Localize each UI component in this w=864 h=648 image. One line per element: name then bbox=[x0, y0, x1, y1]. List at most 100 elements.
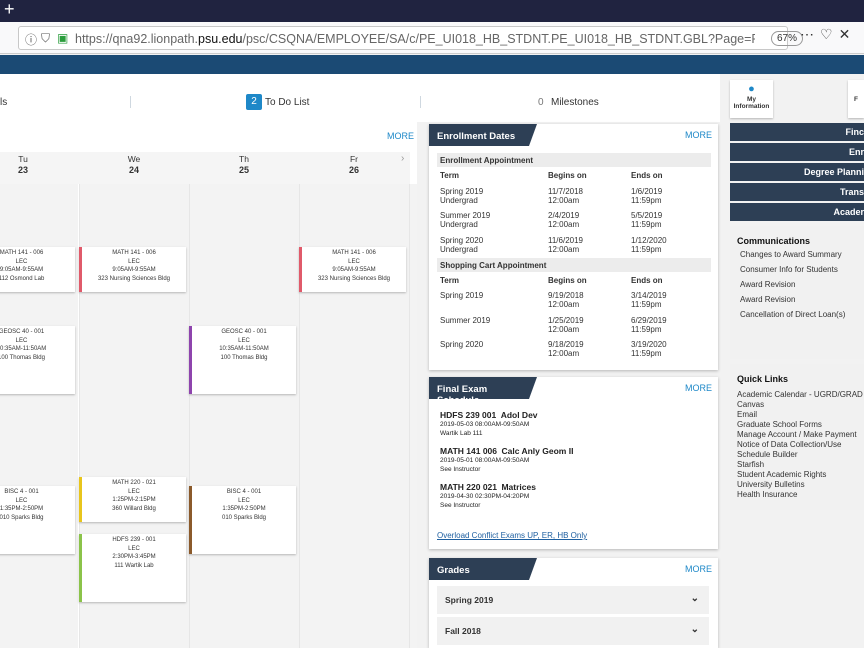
grades-term-row[interactable]: Spring 2019 ⌄ bbox=[437, 586, 709, 614]
side-nav-degree-planning[interactable]: Degree Planni bbox=[730, 163, 864, 181]
next-tile[interactable]: F bbox=[848, 80, 864, 118]
quick-link[interactable]: Student Academic Rights bbox=[737, 470, 826, 480]
event-location: 100 Thomas Bldg bbox=[220, 354, 268, 361]
event-course: GEOSC 40 - 001 bbox=[221, 329, 267, 335]
class-event-bisc4[interactable]: BISC 4 - 001 LEC 1:35PM-2:50PM 010 Sparks B… bbox=[0, 486, 75, 554]
more-menu-icon[interactable]: ⋯ bbox=[800, 26, 820, 42]
quick-link[interactable]: Starfish bbox=[737, 460, 764, 470]
info-icon[interactable]: ⓘ bbox=[25, 31, 37, 48]
class-event-bisc4[interactable]: BISC 4 - 001 LEC 1:35PM-2:50PM 010 Sparks B… bbox=[189, 486, 296, 554]
toolbar-icons[interactable]: ⋯♡✕ bbox=[800, 26, 856, 43]
final-exam-title: Final Exam Schedule bbox=[429, 377, 537, 406]
quick-link[interactable]: Academic Calendar - UGRD/GRAD bbox=[737, 390, 863, 400]
class-event-geosc40[interactable]: GEOSC 40 - 001 LEC 10:35AM-11:50AM 100 Thom… bbox=[189, 326, 296, 394]
event-time: 1:25PM-2:15PM bbox=[112, 497, 156, 503]
event-type: LEC bbox=[128, 258, 140, 265]
overload-conflict-link[interactable]: Overload Conflict Exams UP, ER, HB Only bbox=[437, 531, 587, 540]
class-event-hdfs239[interactable]: HDFS 239 - 001 LEC 2:30PM-3:45PM 111 Wartik… bbox=[79, 534, 186, 602]
col-term: Term bbox=[440, 276, 459, 285]
communication-item[interactable]: Award Revision bbox=[740, 295, 795, 304]
quick-link[interactable]: Graduate School Forms bbox=[737, 420, 822, 430]
cart-row-end: 3/14/2019 11:59pm bbox=[631, 291, 667, 309]
event-time: 1:35PM-2:50PM bbox=[0, 506, 44, 512]
quick-link[interactable]: Notice of Data Collection/Use bbox=[737, 440, 842, 450]
event-time: 10:35AM-11:50AM bbox=[219, 346, 269, 352]
side-nav-enrollment[interactable]: Enr bbox=[730, 143, 864, 161]
cart-row-begin: 9/19/2018 12:00am bbox=[548, 291, 584, 309]
shopping-cart-header: Shopping Cart Appointment bbox=[437, 258, 711, 272]
quick-link[interactable]: Email bbox=[737, 410, 757, 420]
close-icon[interactable]: ✕ bbox=[839, 26, 857, 42]
side-nav-academics[interactable]: Acader bbox=[730, 203, 864, 221]
side-nav-finances[interactable]: Finc bbox=[730, 123, 864, 141]
quick-link[interactable]: Schedule Builder bbox=[737, 450, 797, 460]
event-location: 010 Sparks Bldg bbox=[0, 514, 44, 521]
event-type: LEC bbox=[238, 337, 250, 344]
chevron-down-icon[interactable]: ⌄ bbox=[691, 593, 699, 604]
event-type: LEC bbox=[15, 497, 28, 504]
milestones-count: 0 bbox=[538, 97, 544, 108]
grades-card: Grades MORE Spring 2019 ⌄ Fall 2018 ⌄ bbox=[429, 558, 718, 648]
communication-item[interactable]: Cancellation of Direct Loan(s) bbox=[740, 310, 845, 319]
event-course: GEOSC 40 - 001 bbox=[0, 329, 45, 335]
nav-fragment-label[interactable]: ls bbox=[0, 97, 7, 108]
cart-row-end: 3/19/2020 11:59pm bbox=[631, 340, 667, 358]
enrollment-dates-title: Enrollment Dates bbox=[429, 124, 537, 146]
address-bar[interactable]: ⓘ ⛉ ▣ https://qna92.lionpath.psu.edu/psc… bbox=[18, 26, 803, 50]
quick-link[interactable]: University Bulletins bbox=[737, 480, 805, 490]
exams-more-link[interactable]: MORE bbox=[685, 383, 712, 393]
event-course: BISC 4 - 001 bbox=[4, 489, 39, 495]
communication-item[interactable]: Award Revision bbox=[740, 280, 795, 289]
side-nav-transcripts[interactable]: Trans bbox=[730, 183, 864, 201]
event-location: 111 Wartik Lab bbox=[114, 562, 154, 569]
day-column bbox=[409, 184, 417, 648]
lock-icon[interactable]: ▣ bbox=[57, 31, 68, 45]
homepage-nav-row: ls 2 To Do List 0 Milestones bbox=[0, 74, 720, 122]
event-location: 323 Nursing Sciences Bldg bbox=[317, 275, 391, 282]
site-banner bbox=[0, 55, 864, 74]
zoom-level[interactable]: 67% bbox=[771, 31, 803, 46]
pocket-icon[interactable]: ♡ bbox=[820, 26, 839, 42]
tile-icon bbox=[848, 82, 864, 96]
event-course: HDFS 239 - 001 bbox=[112, 537, 156, 543]
class-event-geosc40[interactable]: GEOSC 40 - 001 LEC 10:35AM-11:50AM 100 Thom… bbox=[0, 326, 75, 394]
quick-link[interactable]: Canvas bbox=[737, 400, 764, 410]
communication-item[interactable]: Changes to Award Summary bbox=[740, 250, 842, 259]
enroll-row-begin: 11/6/2019 12:00am bbox=[548, 236, 583, 254]
event-type: LEC bbox=[128, 488, 140, 495]
class-event-math220[interactable]: MATH 220 - 021 LEC 1:25PM-2:15PM 360 Willar… bbox=[79, 477, 186, 522]
milestones-link[interactable]: Milestones bbox=[551, 97, 599, 108]
event-time: 10:35AM-11:50AM bbox=[0, 346, 47, 352]
quick-link[interactable]: Health Insurance bbox=[737, 490, 797, 500]
grades-more-link[interactable]: MORE bbox=[685, 564, 712, 574]
event-type: LEC bbox=[238, 497, 250, 504]
class-event-math141[interactable]: MATH 141 - 006 LEC 9:05AM-9:55AM 323 Nursin… bbox=[299, 247, 406, 292]
cart-row-end: 6/29/2019 11:59pm bbox=[631, 316, 667, 334]
enrollment-more-link[interactable]: MORE bbox=[685, 130, 712, 140]
new-tab-button[interactable]: + bbox=[4, 0, 15, 20]
todo-list-link[interactable]: To Do List bbox=[265, 97, 309, 108]
enroll-row-end: 5/5/2019 11:59pm bbox=[631, 211, 663, 229]
class-event-math141[interactable]: MATH 141 - 006 LEC 9:05AM-9:55AM 323 Nursin… bbox=[79, 247, 186, 292]
class-event-math141[interactable]: MATH 141 - 006 LEC 9:05AM-9:55AM 112 Osmond… bbox=[0, 247, 75, 292]
quick-link[interactable]: Manage Account / Make Payment bbox=[737, 430, 857, 440]
cart-row-term: Summer 2019 bbox=[440, 316, 491, 325]
my-information-tile[interactable]: ● My Information bbox=[730, 80, 773, 118]
url-text[interactable]: https://qna92.lionpath.psu.edu/psc/CSQNA… bbox=[75, 32, 755, 46]
chevron-down-icon[interactable]: ⌄ bbox=[691, 624, 699, 635]
todo-count-badge: 2 bbox=[246, 94, 262, 110]
day-header-we: We 24 bbox=[127, 154, 141, 175]
shield-icon[interactable]: ⛉ bbox=[41, 31, 50, 46]
event-course: MATH 141 - 006 bbox=[112, 250, 156, 256]
event-course: MATH 141 - 006 bbox=[0, 250, 44, 256]
grades-term-row[interactable]: Fall 2018 ⌄ bbox=[437, 617, 709, 645]
schedule-more-link[interactable]: MORE bbox=[387, 131, 414, 141]
event-course: BISC 4 - 001 bbox=[226, 489, 262, 495]
day-header-tu: Tu 23 bbox=[17, 154, 28, 175]
event-location: 112 Osmond Lab bbox=[0, 275, 45, 282]
exam-item: MATH 220 021 Matrices 2019-04-30 02:30PM-… bbox=[440, 482, 536, 509]
browser-tab-strip: + bbox=[0, 0, 864, 22]
cart-row-term: Spring 2020 bbox=[440, 340, 484, 349]
day-header-fr: Fr 26 bbox=[348, 154, 359, 175]
communication-item[interactable]: Consumer Info for Students bbox=[740, 265, 838, 274]
